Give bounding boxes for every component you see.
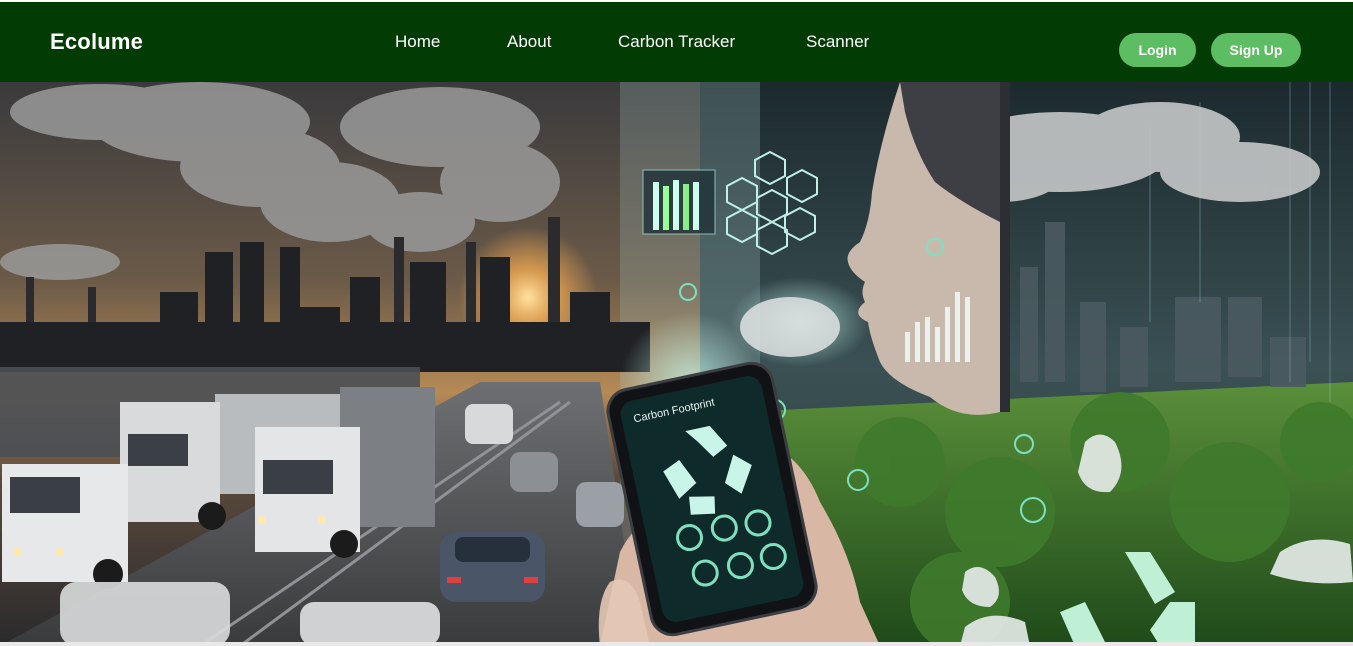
hologram-panel: [642, 169, 716, 235]
nav-home[interactable]: Home: [395, 2, 440, 82]
hero-banner: Carbon Footprint: [0, 82, 1353, 646]
nav-carbon-tracker[interactable]: Carbon Tracker: [618, 2, 735, 82]
signup-button[interactable]: Sign Up: [1211, 33, 1301, 67]
nav-scanner[interactable]: Scanner: [806, 2, 869, 82]
nav-about[interactable]: About: [507, 2, 551, 82]
breath-cloud: [740, 297, 840, 357]
login-button[interactable]: Login: [1119, 33, 1196, 67]
bottom-edge: [0, 642, 1353, 646]
navbar: Ecolume Home About Carbon Tracker Scanne…: [0, 2, 1353, 82]
hero-illustration: Carbon Footprint: [0, 82, 1353, 646]
